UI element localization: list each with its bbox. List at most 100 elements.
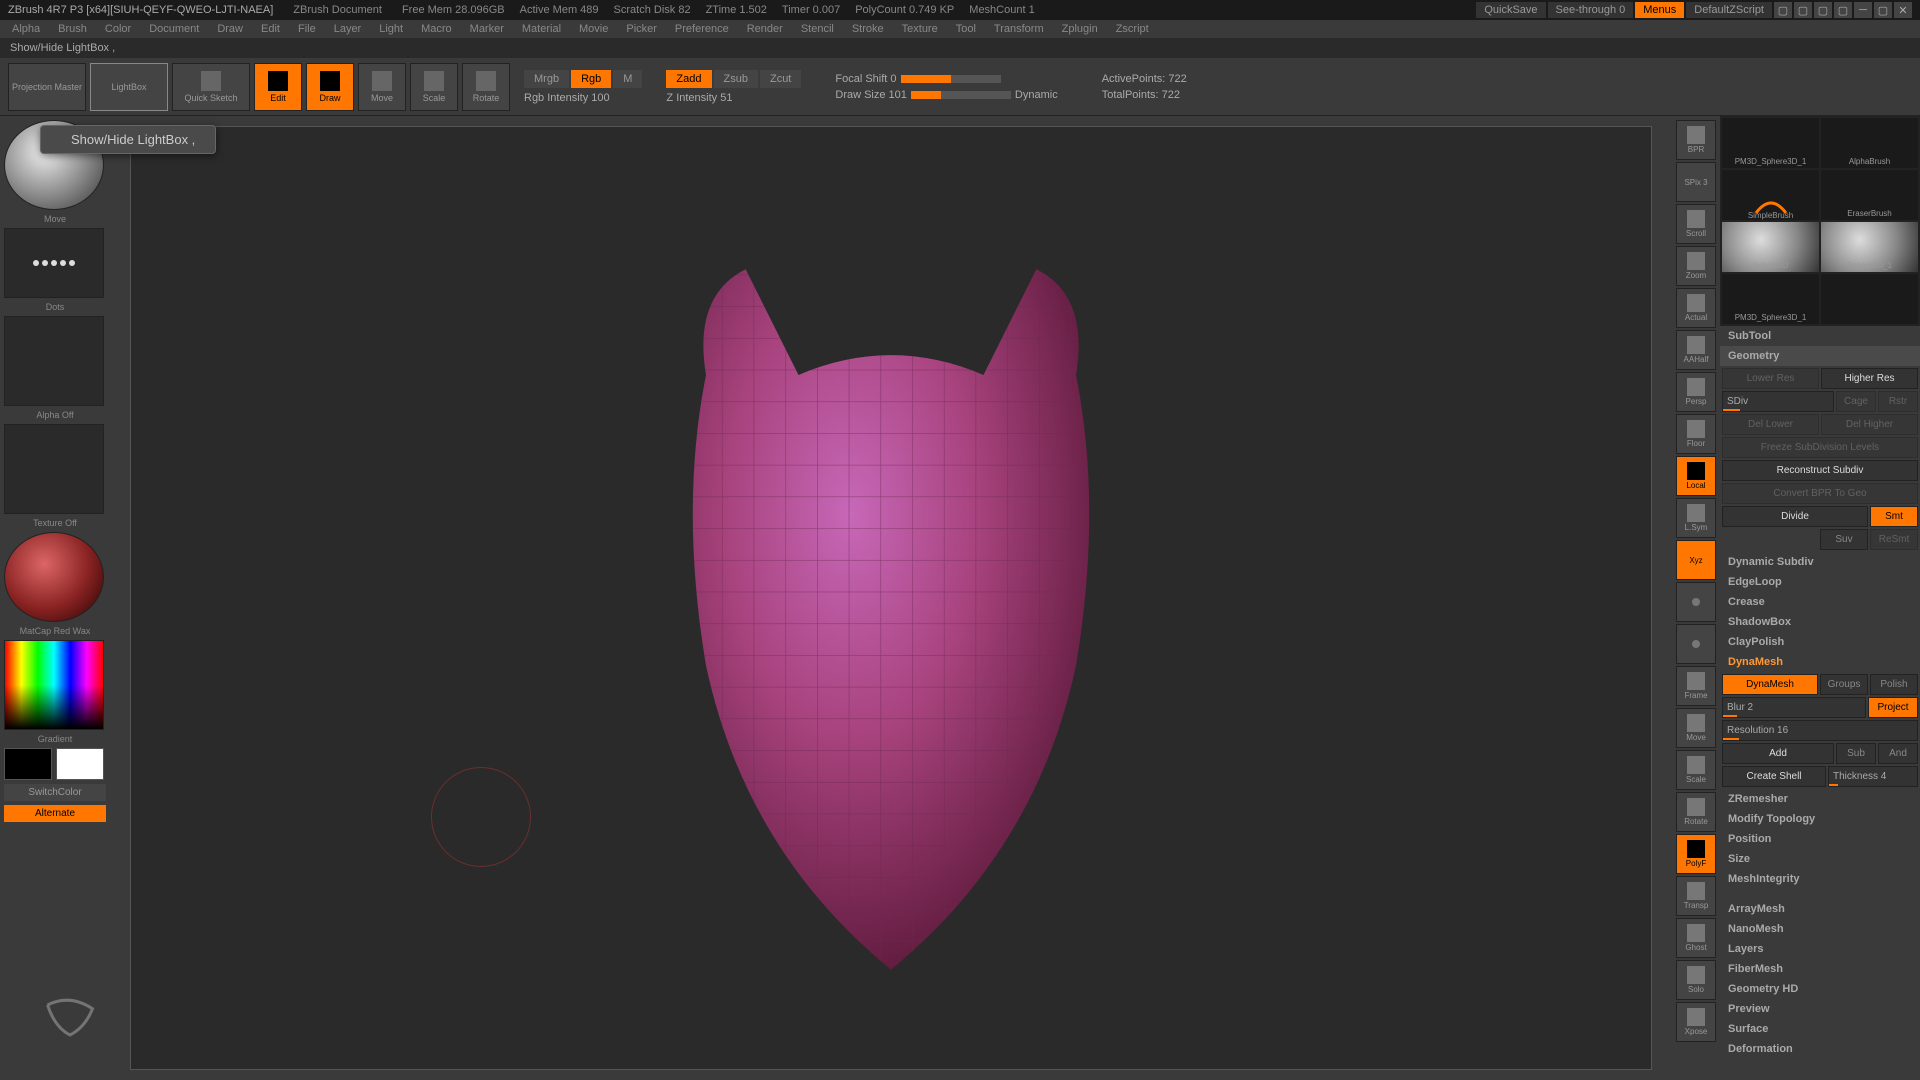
viewport[interactable] bbox=[130, 126, 1652, 1070]
menu-draw[interactable]: Draw bbox=[209, 23, 251, 35]
rotate-view-button[interactable]: Rotate bbox=[1676, 792, 1716, 832]
focal-shift-label[interactable]: Focal Shift 0 bbox=[835, 73, 896, 85]
tool-thumb-6[interactable]: PM3D_Sphere3D_1 bbox=[1722, 274, 1819, 324]
menu-material[interactable]: Material bbox=[514, 23, 569, 35]
rotate-button[interactable]: Rotate bbox=[462, 63, 510, 111]
primary-color-swatch[interactable] bbox=[56, 748, 104, 780]
scale-button[interactable]: Scale bbox=[410, 63, 458, 111]
resolution-slider[interactable]: Resolution 16 bbox=[1722, 720, 1918, 741]
scroll-button[interactable]: Scroll bbox=[1676, 204, 1716, 244]
color-picker[interactable] bbox=[4, 640, 104, 730]
polish-button[interactable]: Polish bbox=[1870, 674, 1918, 695]
edit-button[interactable]: Edit bbox=[254, 63, 302, 111]
menu-macro[interactable]: Macro bbox=[413, 23, 460, 35]
menu-light[interactable]: Light bbox=[371, 23, 411, 35]
seethrough-slider[interactable]: See-through 0 bbox=[1548, 2, 1634, 18]
reconstruct-button[interactable]: Reconstruct Subdiv bbox=[1722, 460, 1918, 481]
secondary-color-swatch[interactable] bbox=[4, 748, 52, 780]
menu-preference[interactable]: Preference bbox=[667, 23, 737, 35]
convert-bpr-button[interactable]: Convert BPR To Geo bbox=[1722, 483, 1918, 504]
menu-brush[interactable]: Brush bbox=[50, 23, 95, 35]
window-icon-1[interactable]: ▢ bbox=[1774, 2, 1792, 18]
cage-button[interactable]: Cage bbox=[1836, 391, 1876, 412]
window-icon-2[interactable]: ▢ bbox=[1794, 2, 1812, 18]
menu-color[interactable]: Color bbox=[97, 23, 139, 35]
aahalf-button[interactable]: AAHalf bbox=[1676, 330, 1716, 370]
menu-render[interactable]: Render bbox=[739, 23, 791, 35]
tool-thumb-3[interactable]: EraserBrush bbox=[1821, 170, 1918, 220]
material-preview[interactable] bbox=[4, 532, 104, 622]
focal-shift-slider[interactable] bbox=[901, 75, 1001, 83]
floor-button[interactable]: Floor bbox=[1676, 414, 1716, 454]
divide-button[interactable]: Divide bbox=[1722, 506, 1868, 527]
maximize-button[interactable]: ▢ bbox=[1874, 2, 1892, 18]
tool-thumb-5[interactable]: Sphere3D_1 bbox=[1821, 222, 1918, 272]
draw-size-slider[interactable] bbox=[911, 91, 1011, 99]
menu-transform[interactable]: Transform bbox=[986, 23, 1052, 35]
gradient-label[interactable]: Gradient bbox=[4, 734, 106, 744]
project-button[interactable]: Project bbox=[1868, 697, 1918, 718]
solo-button[interactable]: Solo bbox=[1676, 960, 1716, 1000]
draw-button[interactable]: Draw bbox=[306, 63, 354, 111]
menu-marker[interactable]: Marker bbox=[462, 23, 512, 35]
center-button1[interactable] bbox=[1676, 582, 1716, 622]
lightbox-button[interactable]: LightBox bbox=[90, 63, 168, 111]
menu-layer[interactable]: Layer bbox=[326, 23, 370, 35]
xpose-button[interactable]: Xpose bbox=[1676, 1002, 1716, 1042]
spix-slider[interactable]: SPix 3 bbox=[1676, 162, 1716, 202]
blur-slider[interactable]: Blur 2 bbox=[1722, 697, 1866, 718]
modify-topology-header[interactable]: Modify Topology bbox=[1720, 809, 1920, 829]
zoom-button[interactable]: Zoom bbox=[1676, 246, 1716, 286]
thickness-slider[interactable]: Thickness 4 bbox=[1828, 766, 1918, 787]
position-header[interactable]: Position bbox=[1720, 829, 1920, 849]
deformation-header[interactable]: Deformation bbox=[1720, 1039, 1920, 1059]
dynamic-subdiv-header[interactable]: Dynamic Subdiv bbox=[1720, 552, 1920, 572]
layers-header[interactable]: Layers bbox=[1720, 939, 1920, 959]
defaultscript-button[interactable]: DefaultZScript bbox=[1686, 2, 1772, 18]
sdiv-slider[interactable]: SDiv bbox=[1722, 391, 1834, 412]
alternate-button[interactable]: Alternate bbox=[4, 805, 106, 822]
transp-button[interactable]: Transp bbox=[1676, 876, 1716, 916]
draw-size-label[interactable]: Draw Size 101 bbox=[835, 89, 907, 101]
tool-thumb-0[interactable]: PM3D_Sphere3D_1 bbox=[1722, 118, 1819, 168]
del-lower-button[interactable]: Del Lower bbox=[1722, 414, 1819, 435]
nanomesh-header[interactable]: NanoMesh bbox=[1720, 919, 1920, 939]
rgb-intensity-label[interactable]: Rgb Intensity 100 bbox=[524, 92, 610, 104]
tool-thumb-1[interactable]: AlphaBrush bbox=[1821, 118, 1918, 168]
menu-document[interactable]: Document bbox=[141, 23, 207, 35]
mesh-integrity-header[interactable]: MeshIntegrity bbox=[1720, 869, 1920, 889]
fibermesh-header[interactable]: FiberMesh bbox=[1720, 959, 1920, 979]
sub-button[interactable]: Sub bbox=[1836, 743, 1876, 764]
preview-header[interactable]: Preview bbox=[1720, 999, 1920, 1019]
window-icon-4[interactable]: ▢ bbox=[1834, 2, 1852, 18]
actual-button[interactable]: Actual bbox=[1676, 288, 1716, 328]
edgeloop-header[interactable]: EdgeLoop bbox=[1720, 572, 1920, 592]
freeze-subdiv-button[interactable]: Freeze SubDivision Levels bbox=[1722, 437, 1918, 458]
and-button[interactable]: And bbox=[1878, 743, 1918, 764]
groups-button[interactable]: Groups bbox=[1820, 674, 1868, 695]
menu-stencil[interactable]: Stencil bbox=[793, 23, 842, 35]
suv-button[interactable]: Suv bbox=[1820, 529, 1868, 550]
minimize-button[interactable]: ─ bbox=[1854, 2, 1872, 18]
menus-button[interactable]: Menus bbox=[1635, 2, 1684, 18]
close-button[interactable]: ✕ bbox=[1894, 2, 1912, 18]
window-icon-3[interactable]: ▢ bbox=[1814, 2, 1832, 18]
persp-button[interactable]: Persp bbox=[1676, 372, 1716, 412]
center-button2[interactable] bbox=[1676, 624, 1716, 664]
alpha-preview[interactable] bbox=[4, 316, 104, 406]
bpr-button[interactable]: BPR bbox=[1676, 120, 1716, 160]
menu-edit[interactable]: Edit bbox=[253, 23, 288, 35]
geometry-header[interactable]: Geometry bbox=[1720, 346, 1920, 366]
polyf-button[interactable]: PolyF bbox=[1676, 834, 1716, 874]
local-button[interactable]: Local bbox=[1676, 456, 1716, 496]
lower-res-button[interactable]: Lower Res bbox=[1722, 368, 1819, 389]
xyz-button[interactable]: Xyz bbox=[1676, 540, 1716, 580]
menu-stroke[interactable]: Stroke bbox=[844, 23, 892, 35]
lsym-button[interactable]: L.Sym bbox=[1676, 498, 1716, 538]
menu-zplugin[interactable]: Zplugin bbox=[1054, 23, 1106, 35]
add-button[interactable]: Add bbox=[1722, 743, 1834, 764]
menu-texture[interactable]: Texture bbox=[894, 23, 946, 35]
tool-thumb-7[interactable] bbox=[1821, 274, 1918, 324]
mrgb-button[interactable]: Mrgb bbox=[524, 70, 569, 88]
ghost-button[interactable]: Ghost bbox=[1676, 918, 1716, 958]
